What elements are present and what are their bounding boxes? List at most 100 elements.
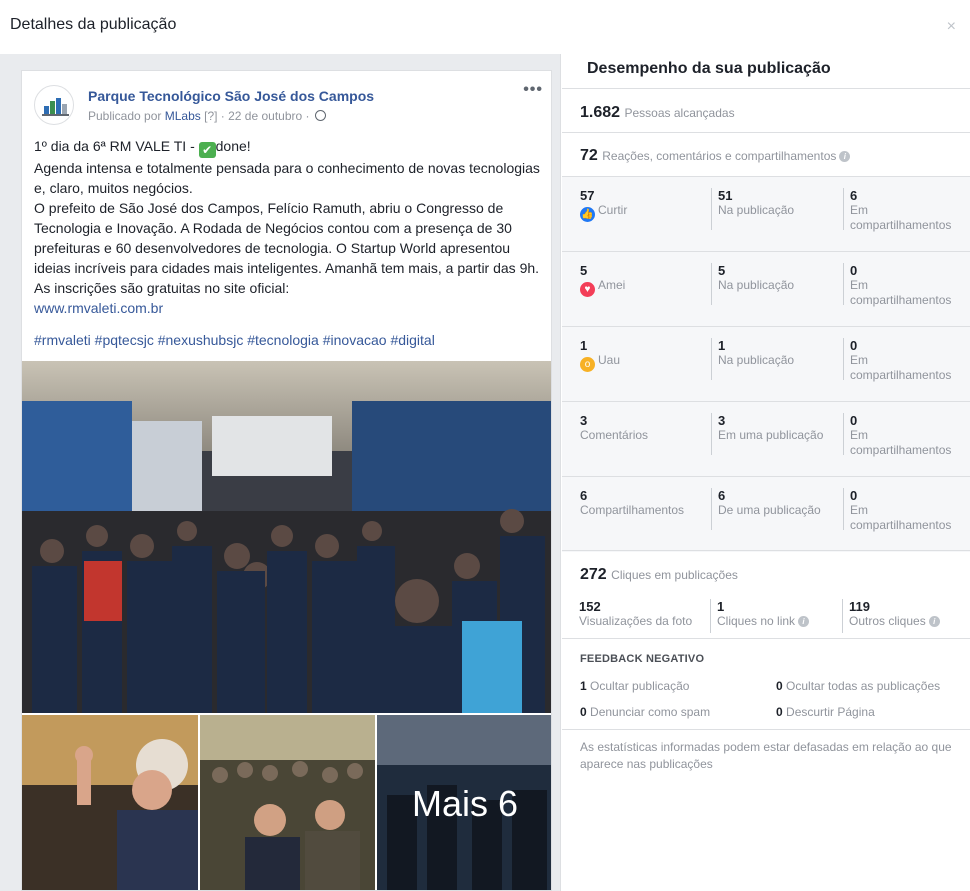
breakdown-total: 5 ♥ Amei <box>580 263 710 297</box>
breakdown-total: 1 o Uau <box>580 338 710 372</box>
shares-value: 0 <box>850 488 858 503</box>
publisher-link[interactable]: MLabs <box>165 109 201 123</box>
info-icon[interactable]: i <box>798 616 810 627</box>
hide-all-stat: 0 Ocultar todas as publicações <box>776 679 940 693</box>
spam-stat: 0 Denunciar como spam <box>580 705 710 719</box>
hide-post-stat: 1 Ocultar publicação <box>580 679 689 693</box>
breakdown-row-comments: 3 Comentários 3 Em uma publicação 0 Em c… <box>562 402 970 477</box>
breakdown-row-love: 5 ♥ Amei 5 Na publicação 0 Em compartilha… <box>562 252 970 327</box>
breakdown-total: 6 Compartilhamentos <box>580 488 710 518</box>
total-label: Compartilhamentos <box>580 503 685 517</box>
info-icon[interactable]: i <box>839 151 851 162</box>
link-clicks-label: Cliques no link <box>717 614 796 628</box>
post-paragraph-1: Agenda intensa e totalmente pensada para… <box>34 160 540 196</box>
on-post-value: 1 <box>718 338 726 353</box>
total-label: Comentários <box>580 428 649 442</box>
more-photos-overlay[interactable]: Mais 6 <box>377 715 551 890</box>
breakdown-total: 57 👍 Curtir <box>580 188 710 222</box>
on-post-value: 5 <box>718 263 726 278</box>
engagement-stat: 72 Reações, comentários e compartilhamen… <box>580 147 851 165</box>
on-post-value: 51 <box>718 188 733 203</box>
engagement-value: 72 <box>580 147 598 164</box>
unlike-label: Descurtir Página <box>786 705 875 719</box>
breakdown-on-post: 3 Em uma publicação <box>711 413 839 455</box>
performance-title: Desempenho da sua publicação <box>587 60 831 77</box>
close-icon[interactable]: × <box>947 18 956 36</box>
hide-post-value: 1 <box>580 679 587 693</box>
more-options-icon[interactable]: ••• <box>523 81 543 99</box>
total-value: 5 <box>580 263 588 278</box>
divider <box>562 729 970 730</box>
post-line-1: 1º dia da 6ª RM VALE TI - ✔ done! <box>34 136 546 158</box>
breakdown-shares: 0 Em compartilhamentos <box>843 263 969 307</box>
hide-all-label: Ocultar todas as publicações <box>786 679 941 693</box>
engagement-breakdown-table: 57 👍 Curtir 51 Na publicação 6 Em compart… <box>562 177 970 552</box>
on-post-label: De uma publicação <box>718 503 821 517</box>
hide-post-label: Ocultar publicação <box>590 679 690 693</box>
love-reaction-icon: ♥ <box>580 282 595 297</box>
shares-value: 0 <box>850 338 858 353</box>
shares-value: 6 <box>850 188 858 203</box>
post-hashtags[interactable]: #rmvaleti #pqtecsjc #nexushubsjc #tecnol… <box>34 332 435 348</box>
on-post-label: Na publicação <box>718 353 795 367</box>
total-value: 3 <box>580 413 588 428</box>
on-post-label: Na publicação <box>718 203 795 217</box>
shares-label: Em compartilhamentos <box>850 203 952 232</box>
post-header: Parque Tecnológico São José dos Campos P… <box>22 71 551 131</box>
reach-value: 1.682 <box>580 104 621 121</box>
other-clicks-value: 119 <box>849 599 870 614</box>
breakdown-on-post: 6 De uma publicação <box>711 488 839 530</box>
post-photo-thumbnail-1[interactable] <box>22 715 198 890</box>
clicks-stat: 272 Cliques em publicações <box>580 566 738 584</box>
dialog-header: Detalhes da publicação × <box>0 0 970 54</box>
clicks-value: 272 <box>580 566 607 583</box>
breakdown-row-like: 57 👍 Curtir 51 Na publicação 6 Em compart… <box>562 177 970 252</box>
divider <box>562 88 970 89</box>
divider <box>562 550 970 551</box>
post-photo-thumbnail-3[interactable]: Mais 6 <box>377 715 551 890</box>
breakdown-row-shares: 6 Compartilhamentos 6 De uma publicação … <box>562 477 970 552</box>
photo-views: 152 Visualizações da foto <box>579 599 709 629</box>
page-name-link[interactable]: Parque Tecnológico São José dos Campos <box>88 88 374 104</box>
engagement-label: Reações, comentários e compartilhamentos <box>602 149 837 163</box>
on-post-label: Em uma publicação <box>718 428 824 442</box>
total-label: Amei <box>598 278 626 292</box>
dialog-title: Detalhes da publicação <box>10 16 177 33</box>
on-post-value: 3 <box>718 413 726 428</box>
publisher-help[interactable]: [?] <box>204 109 217 123</box>
total-label: Curtir <box>598 203 628 217</box>
reach-label: Pessoas alcançadas <box>624 106 735 120</box>
post-message: 1º dia da 6ª RM VALE TI - ✔ done! Agenda … <box>34 136 546 318</box>
published-by-label: Publicado por <box>88 109 162 123</box>
breakdown-shares: 0 Em compartilhamentos <box>843 413 969 457</box>
shares-value: 0 <box>850 263 858 278</box>
like-reaction-icon: 👍 <box>580 207 595 222</box>
total-value: 57 <box>580 188 595 203</box>
post-date[interactable]: · 22 de outubro · <box>221 109 310 123</box>
post-meta: Publicado por MLabs [?] · 22 de outubro … <box>88 109 326 123</box>
info-icon[interactable]: i <box>928 616 940 627</box>
post-photo-thumbnail-2[interactable] <box>200 715 375 890</box>
divider <box>562 132 970 133</box>
other-clicks: 119 Outros cliques i <box>842 599 968 633</box>
shares-label: Em compartilhamentos <box>850 353 952 382</box>
page-avatar[interactable] <box>34 85 74 125</box>
unlike-value: 0 <box>776 705 783 719</box>
post-main-photo[interactable] <box>22 361 551 713</box>
shares-label: Em compartilhamentos <box>850 503 952 532</box>
breakdown-on-post: 1 Na publicação <box>711 338 839 380</box>
breakdown-shares: 0 Em compartilhamentos <box>843 488 969 532</box>
breakdown-shares: 0 Em compartilhamentos <box>843 338 969 382</box>
breakdown-on-post: 51 Na publicação <box>711 188 839 230</box>
negative-feedback-title: FEEDBACK NEGATIVO <box>580 653 705 665</box>
unlike-stat: 0 Descurtir Página <box>776 705 875 719</box>
photo-views-label: Visualizações da foto <box>579 614 693 628</box>
total-label: Uau <box>598 353 621 367</box>
total-value: 6 <box>580 488 588 503</box>
post-line-1-done: done! <box>215 138 251 154</box>
post-external-link[interactable]: www.rmvaleti.com.br <box>34 300 163 316</box>
shares-label: Em compartilhamentos <box>850 278 952 307</box>
post-details-dialog: Detalhes da publicação × Parque Tecnológ… <box>0 0 970 891</box>
breakdown-row-wow: 1 o Uau 1 Na publicação 0 Em compartilham… <box>562 327 970 402</box>
shares-label: Em compartilhamentos <box>850 428 952 457</box>
